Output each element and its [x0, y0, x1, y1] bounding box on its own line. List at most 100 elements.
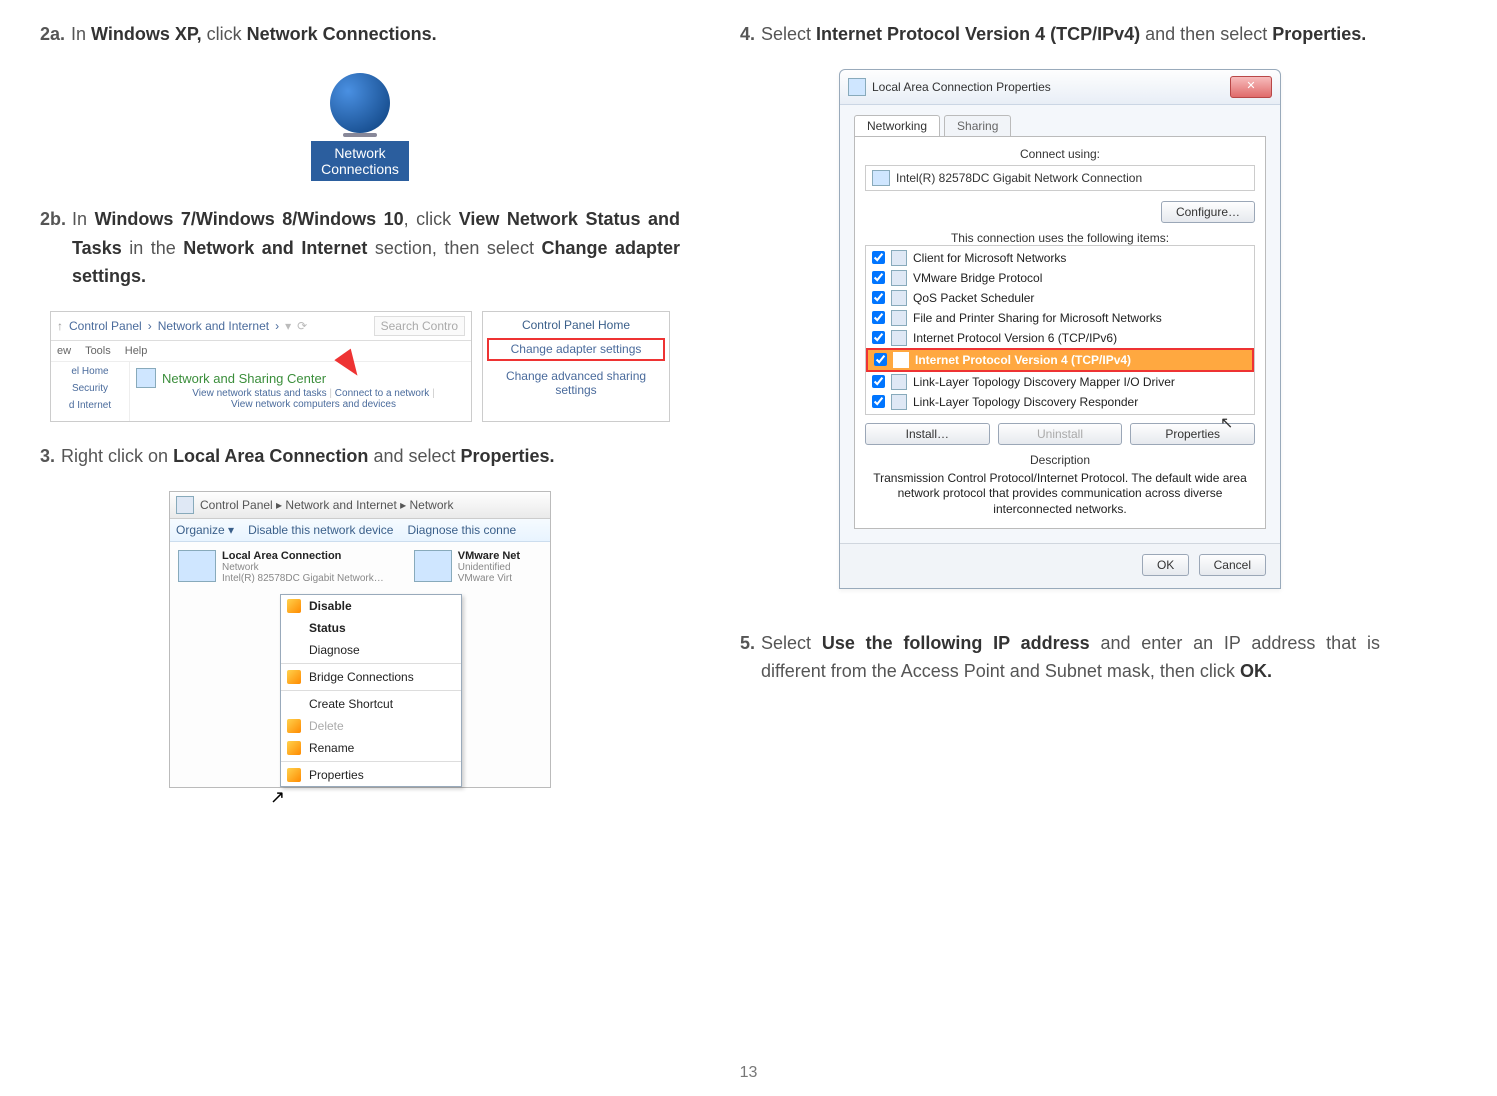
list-item[interactable]: Link-Layer Topology Discovery Mapper I/O…	[866, 372, 1254, 392]
context-bridge[interactable]: Bridge Connections	[281, 666, 461, 688]
step-num: 5.	[740, 629, 755, 687]
list-item[interactable]: VMware Bridge Protocol	[866, 268, 1254, 288]
breadcrumb-text[interactable]: Control Panel ▸ Network and Internet ▸ N…	[200, 498, 454, 512]
cancel-button[interactable]: Cancel	[1199, 554, 1266, 576]
connect-using-label: Connect using:	[865, 147, 1255, 161]
item-checkbox[interactable]	[872, 251, 885, 264]
item-checkbox[interactable]	[872, 395, 885, 408]
list-item[interactable]: Internet Protocol Version 6 (TCP/IPv6)	[866, 328, 1254, 348]
step-text: Select Internet Protocol Version 4 (TCP/…	[761, 20, 1380, 49]
tab-networking[interactable]: Networking	[854, 115, 940, 136]
step-num: 3.	[40, 442, 55, 471]
component-icon	[891, 290, 907, 306]
organize-menu[interactable]: Organize ▾	[176, 523, 234, 537]
page-number: 13	[740, 1064, 758, 1082]
cp-main: Network and Sharing Center View network …	[130, 362, 471, 421]
component-icon	[891, 270, 907, 286]
step-text: In Windows 7/Windows 8/Windows 10, click…	[72, 205, 680, 291]
refresh-icon[interactable]: ⟳	[297, 319, 307, 333]
step-text: Right click on Local Area Connection and…	[61, 442, 680, 471]
description-text: Transmission Control Protocol/Internet P…	[865, 471, 1255, 518]
shield-icon	[287, 670, 301, 684]
tab-sharing[interactable]: Sharing	[944, 115, 1011, 136]
breadcrumb-bar: ↑ Control Panel › Network and Internet ›…	[51, 312, 471, 341]
item-checkbox[interactable]	[872, 331, 885, 344]
context-diagnose[interactable]: Diagnose	[281, 639, 461, 661]
step-text: In Windows XP, click Network Connections…	[71, 20, 680, 49]
items-label: This connection uses the following items…	[865, 231, 1255, 245]
dialog-title: Local Area Connection Properties	[872, 80, 1051, 94]
search-input[interactable]: Search Contro	[374, 316, 465, 336]
list-item-tcpipv4[interactable]: Internet Protocol Version 4 (TCP/IPv4)	[866, 348, 1254, 372]
properties-button[interactable]: Properties↖	[1130, 423, 1255, 445]
context-disable[interactable]: Disable	[281, 595, 461, 617]
list-item[interactable]: Link-Layer Topology Discovery Responder	[866, 392, 1254, 412]
dialog-titlebar: Local Area Connection Properties ✕	[840, 70, 1280, 105]
shield-icon	[287, 768, 301, 782]
network-sharing-center-link[interactable]: Network and Sharing Center	[136, 368, 465, 388]
tab-strip: Networking Sharing	[854, 115, 1266, 136]
item-checkbox[interactable]	[872, 271, 885, 284]
globe-icon	[330, 73, 390, 133]
context-properties[interactable]: Properties	[281, 764, 461, 786]
step-num: 2b.	[40, 205, 66, 291]
list-item[interactable]: Client for Microsoft Networks	[866, 248, 1254, 268]
items-listbox[interactable]: Client for Microsoft Networks VMware Bri…	[865, 245, 1255, 415]
breadcrumb-1[interactable]: Control Panel	[69, 319, 142, 333]
local-area-connection-figure: Control Panel ▸ Network and Internet ▸ N…	[40, 491, 680, 788]
diagnose-button[interactable]: Diagnose this conne	[407, 523, 516, 537]
link-connect-network[interactable]: Connect to a network	[335, 388, 430, 399]
item-checkbox[interactable]	[872, 291, 885, 304]
component-icon	[891, 374, 907, 390]
sidebar-item-home[interactable]: el Home	[55, 366, 125, 377]
dialog-footer: OK Cancel	[840, 543, 1280, 588]
close-button[interactable]: ✕	[1230, 76, 1272, 98]
disable-device-button[interactable]: Disable this network device	[248, 523, 393, 537]
context-rename[interactable]: Rename	[281, 737, 461, 759]
adapter-icon	[872, 170, 890, 186]
netconn-label-2: Connections	[321, 161, 399, 177]
shield-icon	[287, 719, 301, 733]
menu-help[interactable]: Help	[125, 345, 148, 357]
menu-tools[interactable]: Tools	[85, 345, 111, 357]
connection-properties-dialog-figure: Local Area Connection Properties ✕ Netwo…	[740, 69, 1380, 589]
link-view-computers[interactable]: View network computers and devices	[162, 399, 465, 410]
network-connections-shortcut[interactable]: Network Connections	[307, 69, 413, 185]
change-adapter-settings-link[interactable]: Change adapter settings	[487, 338, 665, 360]
link-view-status[interactable]: View network status and tasks	[192, 388, 326, 399]
vmware-adapter-item[interactable]: VMware Net Unidentified VMware Virt	[414, 550, 520, 584]
breadcrumb-2[interactable]: Network and Internet	[158, 319, 269, 333]
uninstall-button: Uninstall	[998, 423, 1123, 445]
context-status[interactable]: Status	[281, 617, 461, 639]
folder-icon	[176, 496, 194, 514]
context-delete: Delete	[281, 715, 461, 737]
component-icon	[891, 250, 907, 266]
sidebar-item-internet[interactable]: d Internet	[55, 400, 125, 411]
step-4: 4. Select Internet Protocol Version 4 (T…	[740, 20, 1380, 49]
breadcrumb-bar: Control Panel ▸ Network and Internet ▸ N…	[170, 492, 550, 519]
menu-view[interactable]: ew	[57, 345, 71, 357]
network-adapter-icon	[414, 550, 452, 582]
item-checkbox[interactable]	[874, 353, 887, 366]
cursor-icon: ↖	[1220, 413, 1233, 433]
shield-icon	[287, 741, 301, 755]
change-advanced-sharing-link[interactable]: Change advanced sharing settings	[491, 369, 661, 398]
install-button[interactable]: Install…	[865, 423, 990, 445]
sidebar-item-security[interactable]: Security	[55, 383, 125, 394]
item-checkbox[interactable]	[872, 311, 885, 324]
local-area-connection-item[interactable]: Local Area Connection Network Intel(R) 8…	[178, 550, 384, 584]
list-item[interactable]: QoS Packet Scheduler	[866, 288, 1254, 308]
list-item[interactable]: File and Printer Sharing for Microsoft N…	[866, 308, 1254, 328]
component-icon	[891, 394, 907, 410]
item-checkbox[interactable]	[872, 375, 885, 388]
component-icon	[891, 310, 907, 326]
control-panel-figure: ↑ Control Panel › Network and Internet ›…	[40, 311, 680, 422]
tab-pane: Connect using: Intel(R) 82578DC Gigabit …	[854, 136, 1266, 529]
configure-button[interactable]: Configure…	[1161, 201, 1255, 223]
cp-home-header: Control Panel Home	[491, 318, 661, 332]
ok-button[interactable]: OK	[1142, 554, 1189, 576]
context-shortcut[interactable]: Create Shortcut	[281, 693, 461, 715]
step-2b: 2b. In Windows 7/Windows 8/Windows 10, c…	[40, 205, 680, 291]
nav-up-icon[interactable]: ↑	[57, 319, 63, 333]
network-sharing-center-icon	[136, 368, 156, 388]
